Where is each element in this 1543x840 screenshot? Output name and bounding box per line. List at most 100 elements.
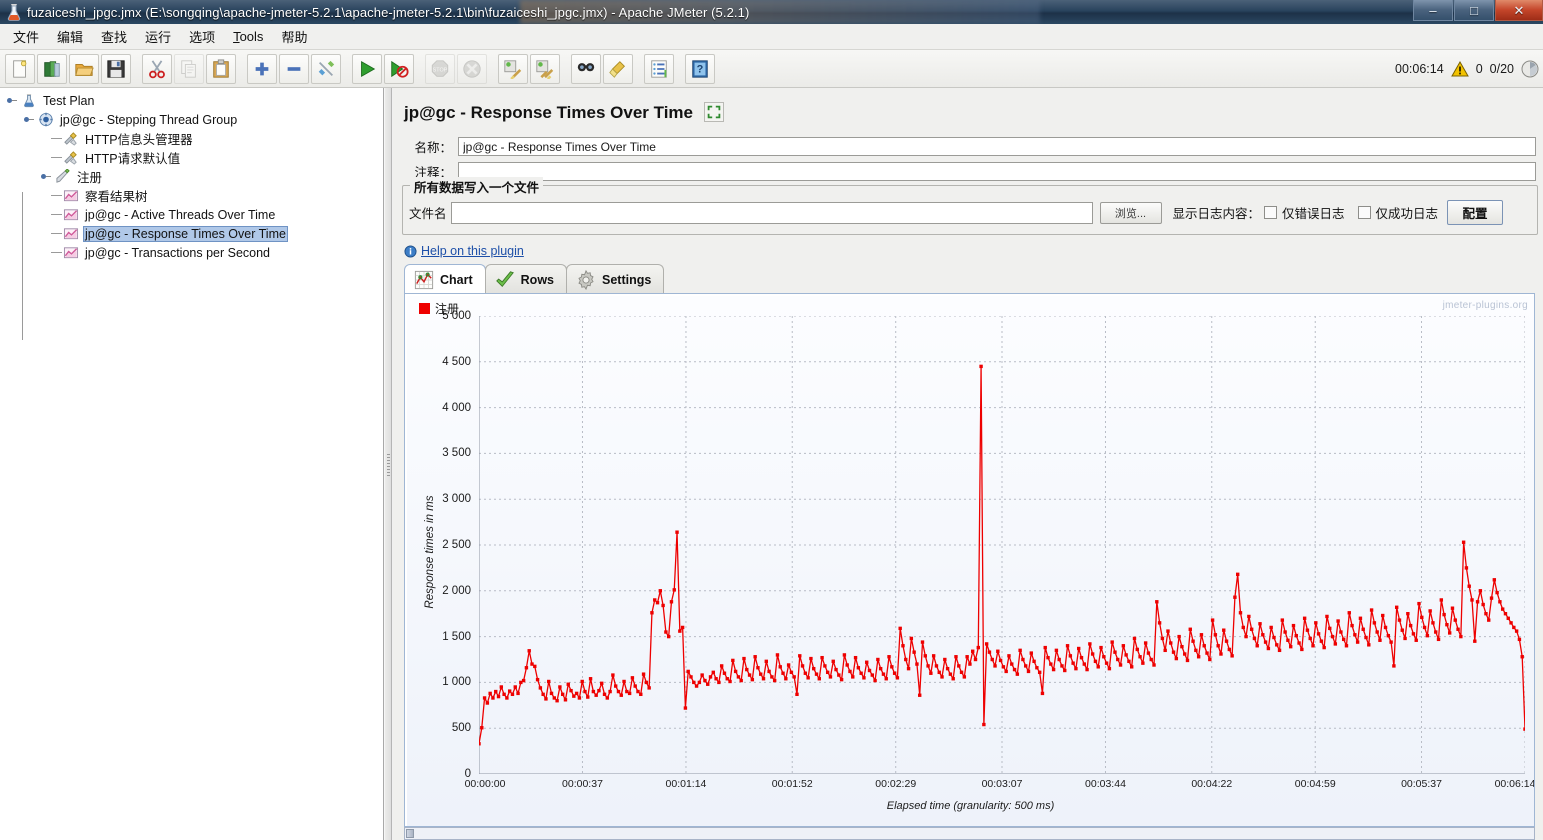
toggle-icon [316,59,336,79]
tree-item-2[interactable]: HTTP信息头管理器 [0,129,383,148]
x-tick-label: 00:01:52 [771,778,813,790]
log-display-label: 显示日志内容： [1172,207,1261,221]
tab-bar: Chart Rows Settings [404,264,665,294]
x-tick-label: 00:04:59 [1294,778,1336,790]
chart-icon [414,270,434,290]
help-button[interactable]: ? [685,53,715,84]
errors-only-checkbox[interactable] [1264,206,1278,219]
cut-button[interactable] [142,53,172,84]
tree-item-5[interactable]: 察看结果树 [0,186,383,205]
success-only-checkbox[interactable] [1357,206,1371,219]
tree-item-label: 察看结果树 [85,190,148,204]
tree-item-8[interactable]: jp@gc - Transactions per Second [0,243,383,262]
paste-button[interactable] [206,53,236,84]
menu-item-6[interactable]: 帮助 [272,24,316,49]
tree-knob-spacer [40,228,51,239]
expand-collapse-icon[interactable] [704,102,724,122]
tree-knob-spacer [40,209,51,220]
clear-all-button[interactable] [530,53,560,84]
comment-input[interactable] [458,162,1536,181]
jmeter-icon [5,3,23,21]
response-times-chart[interactable]: jmeter-plugins.org 注册 Response times in … [407,296,1534,826]
tree-knob-spacer [40,247,51,258]
clear-button[interactable] [498,53,528,84]
tree-expand-toggle[interactable] [40,171,51,182]
test-plan-tree[interactable]: Test Plan jp@gc - Stepping Thread Group HT… [0,88,384,840]
templates-icon [42,59,62,79]
tree-item-label: jp@gc - Transactions per Second [85,245,271,260]
search-button[interactable] [571,53,601,84]
svg-text:STOP: STOP [433,67,448,73]
memory-gauge-icon[interactable] [1521,60,1539,78]
toggle-button[interactable] [311,53,341,84]
close-icon: ✕ [1513,2,1525,18]
scrollbar-thumb[interactable] [406,829,414,838]
tab-chart[interactable]: Chart [404,264,486,294]
start-button[interactable] [352,53,382,84]
tree-item-label: jp@gc - Response Times Over Time [83,225,288,242]
start-no-pauses-icon [389,59,409,79]
y-tick-label: 2 000 [442,584,471,597]
tree-expand-toggle[interactable] [6,95,17,106]
clear-all-icon [535,59,555,79]
reset-search-button[interactable] [603,53,633,84]
tree-elbow [51,148,63,167]
open-button[interactable] [69,53,99,84]
collapse-all-button[interactable] [279,53,309,84]
toolbar-separator [132,54,141,84]
filename-input[interactable] [450,201,1093,224]
config-element-icon [63,131,80,147]
chart-plot-area[interactable] [479,316,1525,774]
open-icon [74,59,94,79]
tree-item-7[interactable]: jp@gc - Response Times Over Time [0,224,383,243]
tree-item-3[interactable]: HTTP请求默认值 [0,148,383,167]
start-no-pauses-button[interactable] [384,53,414,84]
close-button[interactable]: ✕ [1495,0,1543,21]
maximize-button[interactable]: □ [1454,0,1494,21]
menu-item-1[interactable]: 编辑 [48,24,92,49]
templates-button[interactable] [37,53,67,84]
tree-knob-spacer [40,190,51,201]
y-tick-label: 1 500 [442,630,471,643]
menu-item-2[interactable]: 查找 [92,24,136,49]
tree-elbow [51,243,63,262]
tree-elbow [51,129,63,148]
tree-item-label: jp@gc - Active Threads Over Time [85,207,276,222]
menu-item-5[interactable]: Tools [224,26,272,47]
expand-all-button[interactable] [247,53,277,84]
tab-rows[interactable]: Rows [484,264,567,294]
configure-button[interactable]: 配置 [1447,200,1504,225]
tree-elbow [51,205,63,224]
new-button[interactable] [5,53,35,84]
function-helper-button[interactable] [644,53,674,84]
pane-splitter[interactable] [384,88,392,840]
save-icon [106,59,126,79]
tree-item-label: HTTP信息头管理器 [85,133,193,147]
start-icon [357,59,377,79]
warning-triangle-icon[interactable] [1450,60,1469,77]
listener-icon [63,245,80,261]
menu-item-4[interactable]: 选项 [180,24,224,49]
tab-settings[interactable]: Settings [566,264,665,294]
tree-expand-toggle[interactable] [23,114,34,125]
name-input[interactable] [458,137,1536,156]
chart-horizontal-scrollbar[interactable] [404,827,1535,840]
elapsed-time: 00:06:14 [1395,61,1444,76]
menu-item-0[interactable]: 文件 [4,24,48,49]
listener-config-panel: jp@gc - Response Times Over Time 名称： 注释：… [393,88,1543,840]
warning-count: 0 [1475,61,1483,76]
listener-icon [63,207,80,223]
help-on-plugin-link[interactable]: Help on this plugin [404,244,524,258]
tab-label: Rows [520,272,554,287]
tree-item-6[interactable]: jp@gc - Active Threads Over Time [0,205,383,224]
tree-item-4[interactable]: 注册 [0,167,383,186]
browse-button[interactable]: 浏览... [1099,201,1162,224]
tree-item-label: jp@gc - Stepping Thread Group [60,112,238,127]
tree-item-0[interactable]: Test Plan [0,91,383,110]
tree-item-1[interactable]: jp@gc - Stepping Thread Group [0,110,383,129]
errors-only-label: 仅错误日志 [1282,207,1345,221]
save-button[interactable] [101,53,131,84]
menu-item-3[interactable]: 运行 [136,24,180,49]
minimize-button[interactable]: – [1413,0,1453,21]
tab-label: Chart [440,272,473,287]
